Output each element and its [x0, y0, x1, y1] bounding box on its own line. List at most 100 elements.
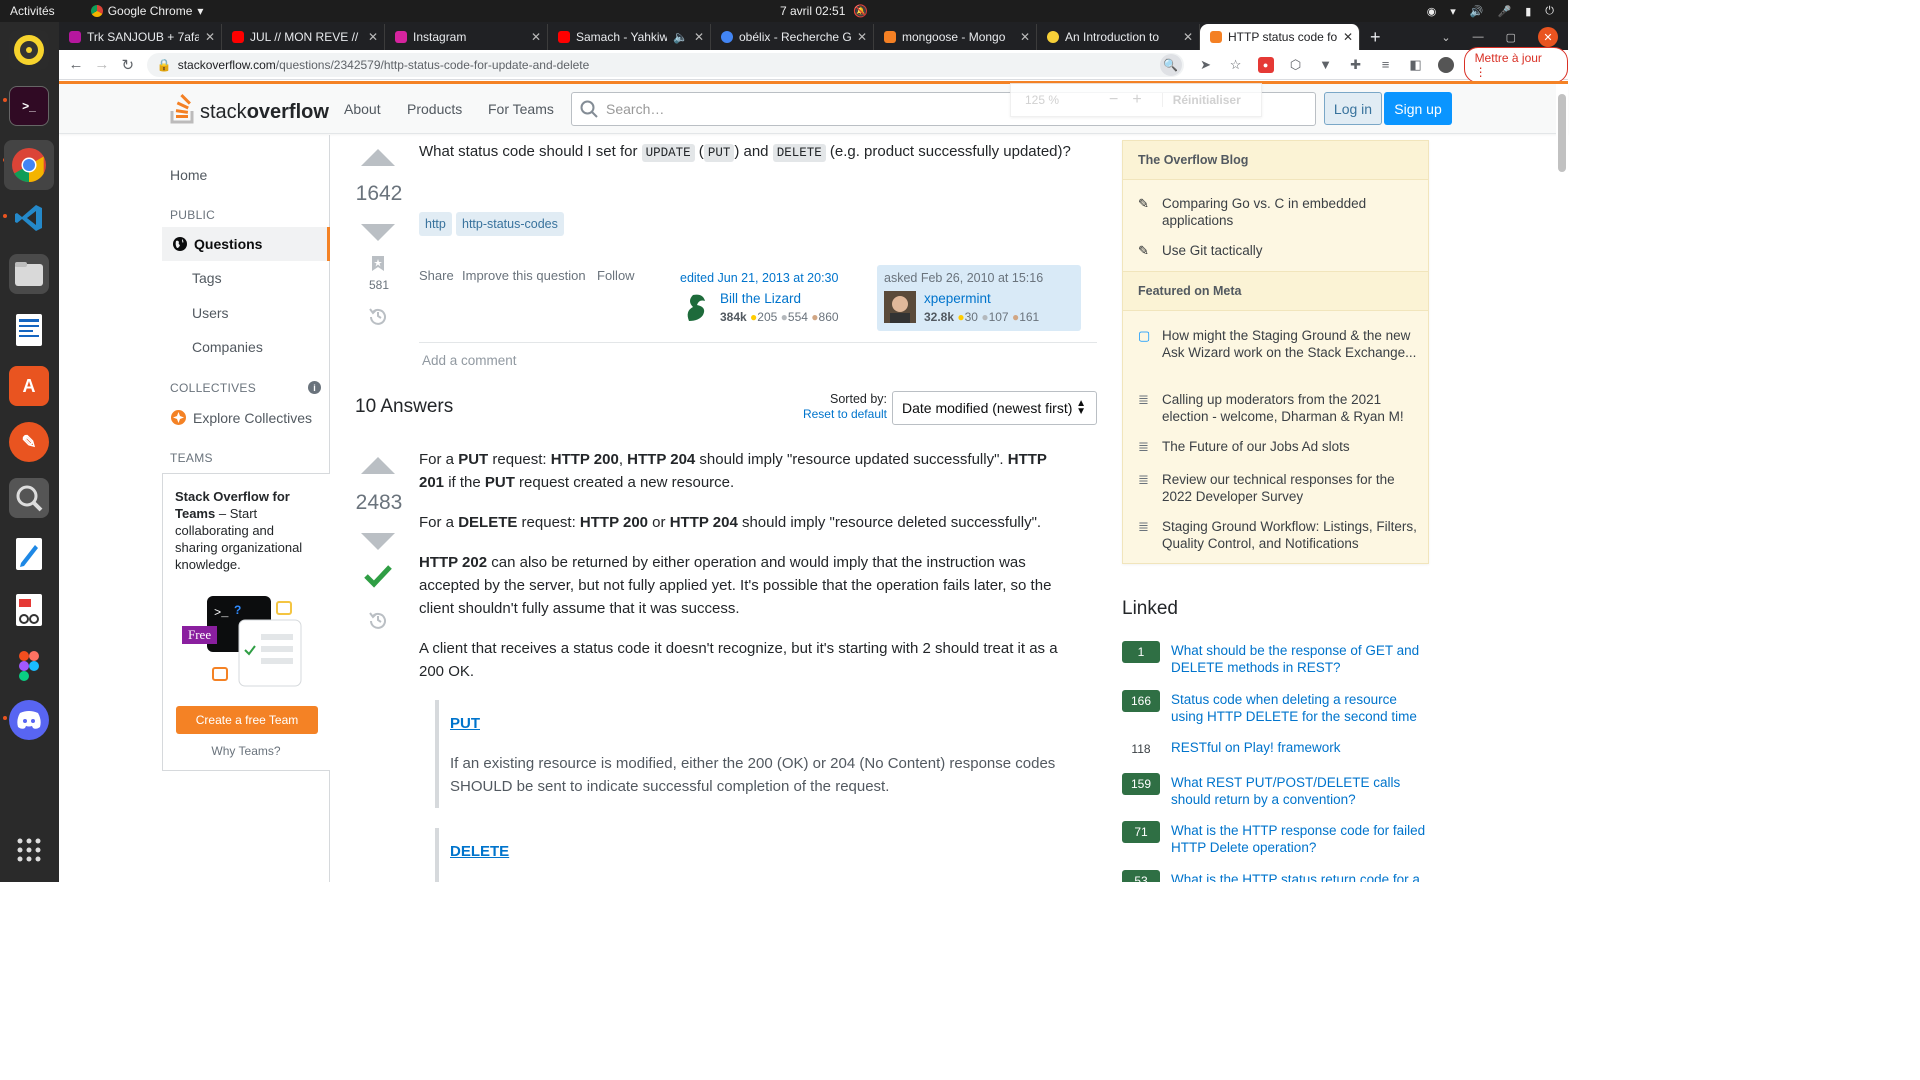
bookmark-icon[interactable] — [372, 256, 384, 271]
linked-title[interactable]: What is the HTTP response code for faile… — [1171, 822, 1426, 856]
meta-item[interactable]: ≣ Review our technical responses for the … — [1138, 471, 1418, 505]
back-button[interactable]: ← — [63, 56, 89, 73]
info-icon[interactable]: i — [308, 381, 321, 394]
zoom-icon[interactable]: 🔍 — [1159, 53, 1182, 76]
editor-name[interactable]: Bill the Lizard — [720, 291, 801, 306]
close-tab-icon[interactable]: ✕ — [1183, 30, 1193, 44]
nav-about[interactable]: About — [344, 101, 381, 117]
address-bar[interactable]: 🔒 stackoverflow.com/questions/2342579/ht… — [146, 52, 1184, 77]
clock[interactable]: 7 avril 02:51 🔕 — [780, 4, 868, 18]
nav-tags[interactable]: Tags — [192, 270, 222, 286]
system-tray[interactable]: ◉ ▾ 🔊 🎤 ▮ ⏻ — [1427, 5, 1554, 18]
new-tab-button[interactable]: + — [1360, 24, 1391, 50]
software-center-icon[interactable]: A — [9, 366, 49, 406]
linked-title[interactable]: What REST PUT/POST/DELETE calls should r… — [1171, 774, 1426, 808]
answer-downvote-button[interactable] — [361, 533, 395, 550]
linked-question[interactable]: 53 What is the HTTP status return code fo… — [1122, 870, 1422, 882]
postman-icon[interactable]: ✎ — [9, 422, 49, 462]
browser-tab[interactable]: Instagram ✕ — [385, 24, 548, 50]
delete-rfc-link[interactable]: DELETE — [450, 843, 509, 860]
tag-http-status-codes[interactable]: http-status-codes — [456, 212, 564, 236]
nav-for-teams[interactable]: For Teams — [488, 101, 554, 117]
send-icon[interactable]: ➤ — [1198, 57, 1214, 73]
extensions-puzzle-icon[interactable]: ✚ — [1348, 57, 1364, 73]
activities-button[interactable]: Activités — [10, 4, 55, 18]
linked-title[interactable]: What is the HTTP status return code for … — [1171, 871, 1422, 882]
update-button[interactable]: Mettre à jour ⋮ — [1463, 46, 1569, 83]
close-tab-icon[interactable]: ✕ — [205, 30, 215, 44]
close-tab-icon[interactable]: ✕ — [857, 30, 867, 44]
improve-question-link[interactable]: Improve this question — [462, 268, 586, 283]
vscode-icon[interactable] — [9, 198, 49, 238]
linked-title[interactable]: RESTful on Play! framework — [1171, 739, 1426, 756]
close-tab-icon[interactable]: ✕ — [1343, 30, 1353, 44]
why-teams-link[interactable]: Why Teams? — [163, 744, 329, 758]
meta-item[interactable]: ≣ The Future of our Jobs Ad slots — [1138, 438, 1418, 455]
maximize-button[interactable]: ▢ — [1506, 31, 1516, 44]
close-tab-icon[interactable]: ✕ — [694, 30, 704, 44]
files-icon[interactable] — [9, 254, 49, 294]
zoom-reset-button[interactable]: Réinitialiser — [1161, 93, 1241, 107]
avatar[interactable] — [681, 291, 713, 323]
sort-select[interactable]: Date modified (newest first) ▲ ▼ — [892, 391, 1097, 425]
scrollbar-thumb[interactable] — [1558, 94, 1566, 172]
show-apps-icon[interactable] — [9, 830, 49, 870]
text-editor-icon[interactable] — [9, 534, 49, 574]
forward-button[interactable]: → — [89, 56, 115, 73]
tab-search-icon[interactable]: ⌄ — [1441, 31, 1450, 44]
zoom-in-button[interactable]: + — [1132, 91, 1141, 109]
avatar[interactable] — [884, 291, 916, 323]
extension-icon[interactable]: ◧ — [1408, 57, 1424, 73]
follow-link[interactable]: Follow — [597, 268, 635, 283]
reload-button[interactable]: ↻ — [115, 56, 141, 74]
meta-item[interactable]: ≣ Staging Ground Workflow: Listings, Filt… — [1138, 518, 1418, 552]
discord-icon[interactable] — [9, 700, 49, 740]
signup-button[interactable]: Sign up — [1384, 92, 1452, 125]
blog-item[interactable]: ✎ Use Git tactically — [1138, 242, 1418, 259]
asker-name[interactable]: xpepermint — [924, 291, 991, 306]
reading-list-icon[interactable]: ≡ — [1378, 57, 1394, 73]
page-scrollbar[interactable] — [1556, 84, 1568, 882]
linked-title[interactable]: What should be the response of GET and D… — [1171, 642, 1426, 676]
profile-avatar[interactable] — [1437, 56, 1454, 73]
browser-tab[interactable]: mongoose - Mongo ✕ — [874, 24, 1037, 50]
figma-icon[interactable] — [9, 646, 49, 686]
add-comment-link[interactable]: Add a comment — [422, 353, 517, 368]
browser-tab[interactable]: JUL // MON REVE //✕ — [222, 24, 385, 50]
close-window-button[interactable]: ✕ — [1538, 27, 1558, 47]
document-viewer-icon[interactable] — [9, 590, 49, 630]
writer-icon[interactable] — [9, 310, 49, 350]
close-tab-icon[interactable]: ✕ — [1020, 30, 1030, 44]
browser-tab[interactable]: obélix - Recherche G ✕ — [711, 24, 874, 50]
linked-title[interactable]: Status code when deleting a resource usi… — [1171, 691, 1426, 725]
history-icon[interactable] — [369, 611, 387, 629]
reset-default-link[interactable]: Reset to default — [787, 407, 887, 421]
answer-upvote-button[interactable] — [361, 457, 395, 474]
share-link[interactable]: Share — [419, 268, 454, 283]
zoom-out-button[interactable]: − — [1109, 91, 1118, 109]
login-button[interactable]: Log in — [1324, 92, 1382, 125]
close-tab-icon[interactable]: ✕ — [531, 30, 541, 44]
browser-tab-active[interactable]: HTTP status code fo ✕ — [1200, 24, 1360, 50]
extension-icon[interactable]: ⬡ — [1288, 57, 1304, 73]
stackoverflow-logo[interactable]: stackoverflow — [170, 92, 329, 124]
bookmark-star-icon[interactable]: ☆ — [1228, 57, 1244, 73]
downvote-button[interactable] — [361, 224, 395, 241]
rhythmbox-icon[interactable] — [9, 30, 49, 70]
minimize-button[interactable]: — — [1473, 31, 1484, 43]
nav-home[interactable]: Home — [170, 167, 207, 183]
blog-item[interactable]: ✎ Comparing Go vs. C in embedded applicat… — [1138, 195, 1418, 229]
chrome-dock-icon[interactable] — [4, 140, 54, 190]
history-icon[interactable] — [369, 307, 387, 325]
extension-icon[interactable]: ● — [1257, 56, 1274, 73]
meta-item[interactable]: ▢ How might the Staging Ground & the new … — [1138, 327, 1418, 361]
put-rfc-link[interactable]: PUT — [450, 715, 480, 732]
browser-tab[interactable]: Trk SANJOUB + 7afa ✕ — [59, 24, 222, 50]
browser-tab[interactable]: An Introduction to ✕ — [1037, 24, 1200, 50]
search-app-icon[interactable] — [9, 478, 49, 518]
tag-http[interactable]: http — [419, 212, 452, 236]
browser-tab[interactable]: Samach - Yahkiw 🔈 ✕ — [548, 24, 711, 50]
edited-timestamp[interactable]: edited Jun 21, 2013 at 20:30 — [680, 271, 861, 285]
nav-questions[interactable]: Questions — [162, 227, 330, 261]
nav-products[interactable]: Products — [407, 101, 462, 117]
